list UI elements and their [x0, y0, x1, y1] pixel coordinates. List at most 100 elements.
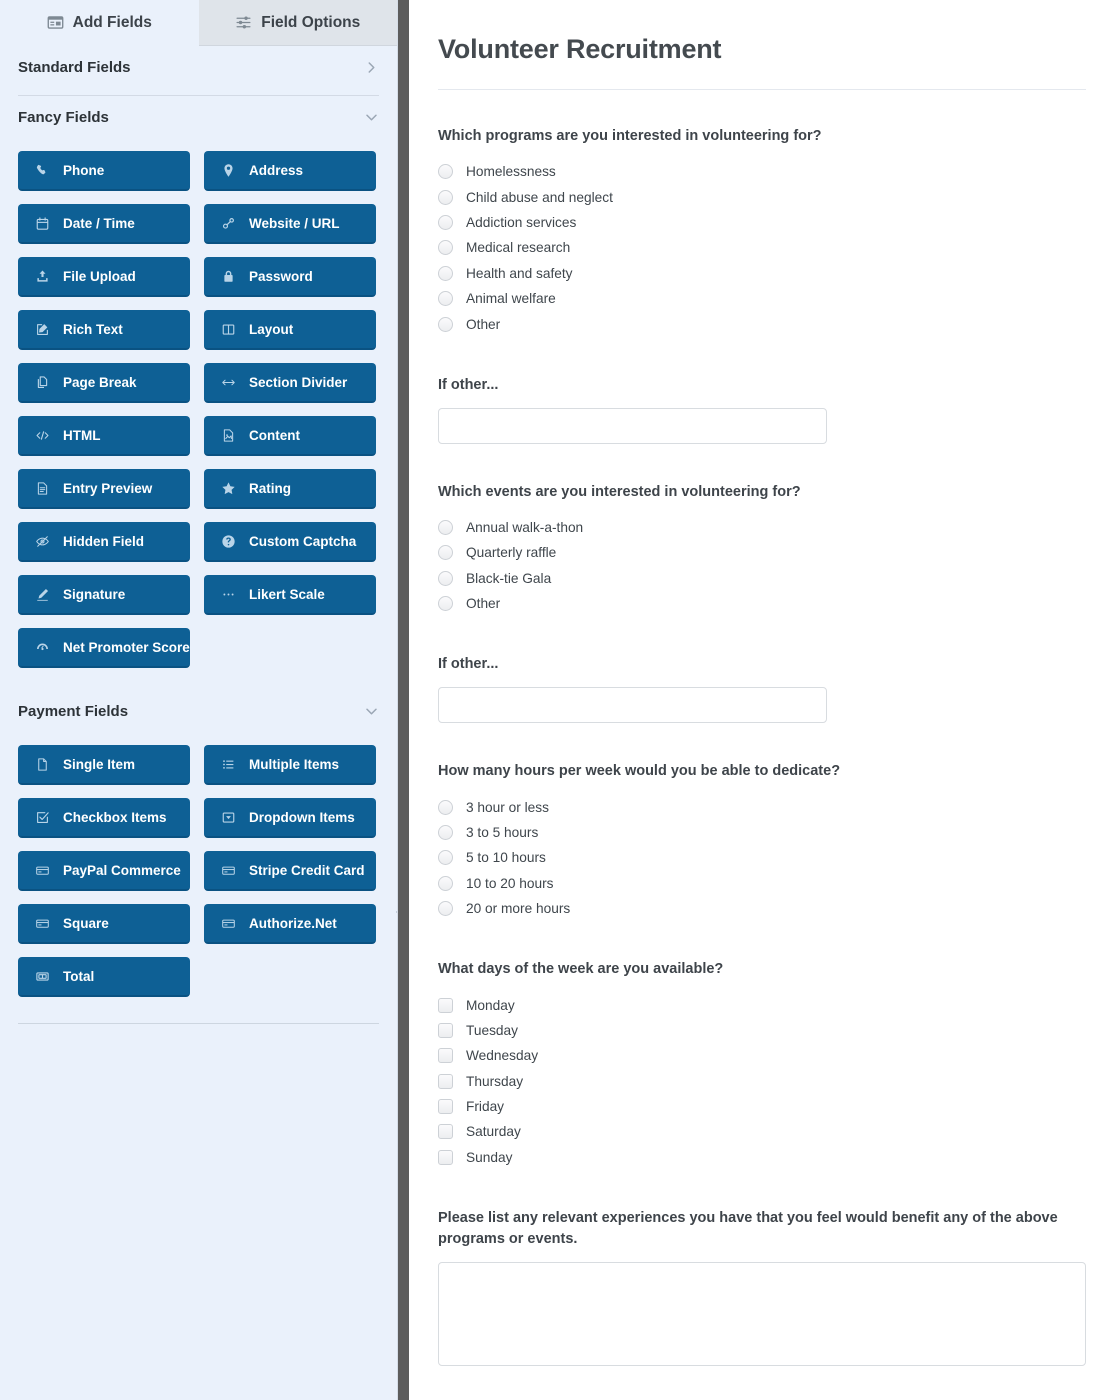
field-button-section-divider[interactable]: Section Divider	[204, 363, 376, 403]
radio-option[interactable]: Child abuse and neglect	[438, 184, 1086, 209]
field-button-authorize-net[interactable]: Authorize.Net	[204, 904, 376, 944]
choice-label: Saturday	[466, 1124, 521, 1140]
choice-label: Annual walk-a-thon	[466, 519, 584, 535]
phone-icon	[35, 163, 50, 178]
radio-button-icon[interactable]	[438, 214, 453, 230]
radio-option[interactable]: 3 to 5 hours	[438, 820, 1086, 845]
radio-option[interactable]: 5 to 10 hours	[438, 845, 1086, 870]
radio-option[interactable]: Black-tie Gala	[438, 566, 1086, 591]
checkbox-icon[interactable]	[438, 1048, 453, 1064]
field-button-signature[interactable]: Signature	[18, 575, 190, 615]
checkbox-option[interactable]: Sunday	[438, 1145, 1086, 1170]
field-button-label: Password	[249, 268, 313, 284]
field-button-content[interactable]: Content	[204, 416, 376, 456]
checkbox-option[interactable]: Friday	[438, 1094, 1086, 1119]
checkbox-icon[interactable]	[438, 1099, 453, 1115]
radio-option[interactable]: Homelessness	[438, 159, 1086, 184]
tab-add-fields[interactable]: Add Fields	[0, 0, 199, 46]
radio-button-icon[interactable]	[438, 875, 453, 891]
field-button-address[interactable]: Address	[204, 151, 376, 191]
field-button-label: Checkbox Items	[63, 809, 167, 825]
checkbox-icon[interactable]	[438, 1073, 453, 1089]
field-button-phone[interactable]: Phone	[18, 151, 190, 191]
radio-button-icon[interactable]	[438, 850, 453, 866]
field-button-page-break[interactable]: Page Break	[18, 363, 190, 403]
radio-button-icon[interactable]	[438, 265, 453, 281]
checkbox-icon[interactable]	[438, 1149, 453, 1165]
field-button-checkbox-items[interactable]: Checkbox Items	[18, 798, 190, 838]
radio-button-icon[interactable]	[438, 291, 453, 307]
field-button-custom-captcha[interactable]: Custom Captcha	[204, 522, 376, 562]
section-header-standard-fields[interactable]: Standard Fields	[18, 46, 379, 88]
field-button-rich-text[interactable]: Rich Text	[18, 310, 190, 350]
form-field-label: If other...	[438, 656, 499, 673]
field-button-multiple-items[interactable]: Multiple Items	[204, 745, 376, 785]
radio-option[interactable]: Other	[438, 311, 1086, 336]
radio-button-icon[interactable]	[438, 824, 453, 840]
field-button-password[interactable]: Password	[204, 257, 376, 297]
radio-option[interactable]: Annual walk-a-thon	[438, 515, 1086, 540]
radio-button-icon[interactable]	[438, 164, 453, 180]
radio-button-icon[interactable]	[438, 189, 453, 205]
panel-splitter[interactable]	[398, 0, 409, 1400]
field-button-square[interactable]: Square	[18, 904, 190, 944]
radio-button-icon[interactable]	[438, 316, 453, 332]
field-button-website-url[interactable]: Website / URL	[204, 204, 376, 244]
field-button-entry-preview[interactable]: Entry Preview	[18, 469, 190, 509]
field-button-layout[interactable]: Layout	[204, 310, 376, 350]
panel-collapse-handle[interactable]	[390, 888, 397, 936]
field-button-stripe-credit-card[interactable]: Stripe Credit Card	[204, 851, 376, 891]
field-button-date-time[interactable]: Date / Time	[18, 204, 190, 244]
field-button-net-promoter-score[interactable]: Net Promoter Score	[18, 628, 190, 668]
radio-option[interactable]: 10 to 20 hours	[438, 871, 1086, 896]
checkbox-icon[interactable]	[438, 1022, 453, 1038]
title-divider	[438, 89, 1086, 90]
radio-option[interactable]: 20 or more hours	[438, 896, 1086, 921]
radio-button-icon[interactable]	[438, 240, 453, 256]
checkbox-option[interactable]: Monday	[438, 992, 1086, 1017]
checkbox-option[interactable]: Thursday	[438, 1069, 1086, 1094]
text-input[interactable]	[438, 407, 827, 444]
field-button-paypal-commerce[interactable]: PayPal Commerce	[18, 851, 190, 891]
radio-option[interactable]: Other	[438, 591, 1086, 616]
radio-button-icon[interactable]	[438, 901, 453, 917]
field-button-label: Total	[63, 968, 95, 984]
panel-tabs: Add Fields Field Options	[0, 0, 397, 46]
field-button-file-upload[interactable]: File Upload	[18, 257, 190, 297]
radio-option[interactable]: Health and safety	[438, 261, 1086, 286]
field-button-hidden-field[interactable]: Hidden Field	[18, 522, 190, 562]
field-button-total[interactable]: Total	[18, 957, 190, 997]
checkbox-option[interactable]: Tuesday	[438, 1018, 1086, 1043]
radio-group: Annual walk-a-thon Quarterly raffle Black-…	[438, 515, 1086, 617]
text-input[interactable]	[438, 687, 827, 724]
field-button-label: Signature	[63, 586, 126, 602]
radio-button-icon[interactable]	[438, 545, 453, 561]
checkbox-icon[interactable]	[438, 997, 453, 1013]
field-button-single-item[interactable]: Single Item	[18, 745, 190, 785]
radio-option[interactable]: Quarterly raffle	[438, 540, 1086, 565]
field-button-rating[interactable]: Rating	[204, 469, 376, 509]
checkbox-icon[interactable]	[438, 1124, 453, 1140]
section-header-fancy-fields[interactable]: Fancy Fields	[18, 96, 379, 138]
radio-button-icon[interactable]	[438, 799, 453, 815]
choice-label: Animal welfare	[466, 291, 556, 307]
textarea-input[interactable]	[438, 1262, 1086, 1367]
radio-option[interactable]: Addiction services	[438, 210, 1086, 235]
columns-icon	[221, 322, 236, 337]
section-header-payment-fields[interactable]: Payment Fields	[18, 690, 379, 732]
field-button-dropdown-items[interactable]: Dropdown Items	[204, 798, 376, 838]
radio-option[interactable]: 3 hour or less	[438, 794, 1086, 819]
field-button-html[interactable]: HTML	[18, 416, 190, 456]
field-button-likert-scale[interactable]: Likert Scale	[204, 575, 376, 615]
radio-option[interactable]: Animal welfare	[438, 286, 1086, 311]
field-button-label: Page Break	[63, 374, 137, 390]
radio-button-icon[interactable]	[438, 596, 453, 612]
radio-option[interactable]: Medical research	[438, 235, 1086, 260]
radio-button-icon[interactable]	[438, 519, 453, 535]
checkbox-option[interactable]: Wednesday	[438, 1043, 1086, 1068]
radio-button-icon[interactable]	[438, 570, 453, 586]
checkbox-option[interactable]: Saturday	[438, 1119, 1086, 1144]
field-button-label: Content	[249, 427, 300, 443]
checkbox-checked-icon	[35, 810, 50, 825]
tab-field-options[interactable]: Field Options	[198, 0, 397, 46]
